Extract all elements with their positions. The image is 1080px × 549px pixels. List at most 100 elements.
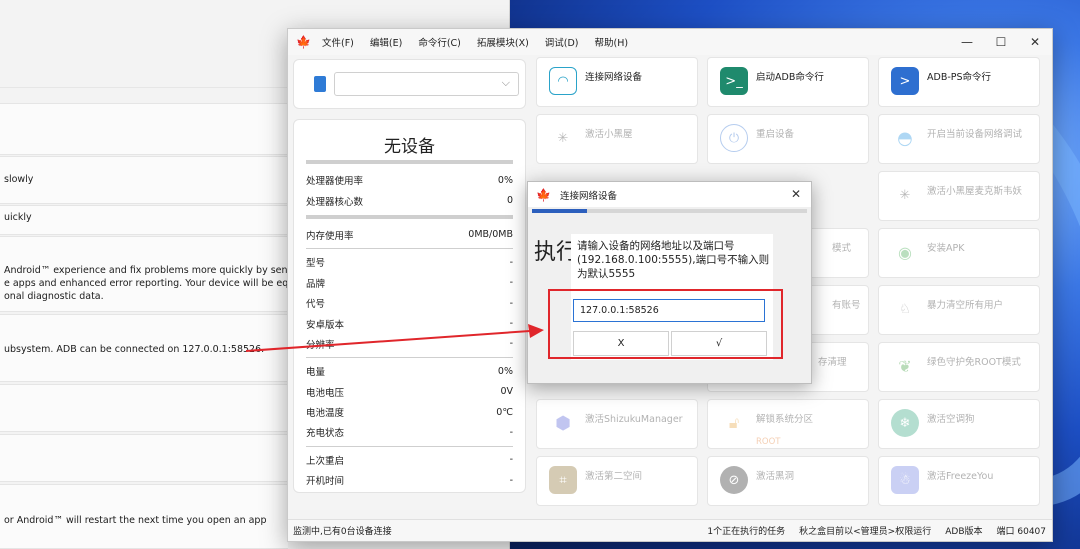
tile-label: 模式 — [832, 243, 852, 254]
terminal-icon: >_ — [720, 67, 748, 95]
info-row: 代号 - — [306, 293, 513, 313]
info-value: 0 — [506, 195, 513, 207]
info-label: 品牌 — [306, 278, 326, 290]
status-bar: 监测中,已有0台设备连接 1个正在执行的任务 秋之盒目前以<管理员>权限运行 A… — [288, 519, 1052, 541]
tile-greenify[interactable]: ❦ 绿色守护免ROOT模式 — [878, 342, 1040, 392]
tile-freezeyou[interactable]: ☃ 激活FreezeYou — [878, 456, 1040, 506]
menu-extensions[interactable]: 拓展模块(X) — [477, 35, 529, 49]
tile-clear-users[interactable]: ♘ 暴力清空所有用户 — [878, 285, 1040, 335]
info-value: - — [509, 256, 513, 268]
divider — [306, 214, 513, 219]
settings-card — [0, 434, 288, 482]
menu-debug[interactable]: 调试(D) — [545, 35, 579, 49]
menu-command[interactable]: 命令行(C) — [418, 35, 461, 49]
tile-second-space[interactable]: ⌗ 激活第二空间 — [536, 456, 698, 506]
menu-edit[interactable]: 编辑(E) — [370, 35, 402, 49]
info-label: 型号 — [306, 258, 326, 270]
power-icon: ⏻ — [720, 124, 748, 152]
info-value: - — [509, 474, 513, 486]
info-label: 电池电压 — [306, 387, 345, 399]
info-row: 安卓版本 - — [306, 313, 513, 333]
hexagon-icon: ⬢ — [555, 412, 571, 434]
settings-card — [0, 156, 288, 204]
tile-label: 启动ADB命令行 — [756, 72, 824, 83]
maximize-button[interactable]: ☐ — [984, 29, 1018, 55]
snowflake-icon: ✳ — [899, 187, 911, 203]
tile-label: 有账号 — [832, 300, 861, 311]
info-value: - — [509, 297, 513, 309]
tile-label: 暴力清空所有用户 — [927, 300, 1004, 311]
status-adb-version: ADB版本 — [945, 527, 983, 537]
tile-shizuku[interactable]: ⬢ 激活ShizukuManager — [536, 399, 698, 449]
tile-label: 激活ShizukuManager — [585, 414, 683, 425]
info-row: 分辨率 - — [306, 334, 513, 354]
tile-reboot[interactable]: ⏻ 重启设备 — [707, 114, 869, 164]
tile-blackhole[interactable]: ⊘ 激活黑洞 — [707, 456, 869, 506]
freeze-icon: ☃ — [891, 466, 919, 494]
tile-label: 开启当前设备网络调试 — [927, 129, 1023, 140]
info-value: - — [509, 338, 513, 350]
device-info-card: 无设备 处理器使用率 0% 处理器核心数 0 内存使用率 0MB/0MB 型号 - 品牌… — [293, 119, 526, 493]
dialog-close-button[interactable]: ✕ — [791, 187, 801, 201]
info-row: 电池电压 0V — [306, 382, 513, 402]
info-row: 处理器使用率 0% — [306, 170, 513, 190]
app-logo-icon: 🍁 — [296, 35, 311, 49]
leaf-icon: ❦ — [898, 356, 912, 376]
info-label: 电量 — [306, 367, 326, 379]
divider — [306, 357, 513, 359]
info-value: - — [509, 318, 513, 330]
menu-file[interactable]: 文件(F) — [322, 35, 354, 49]
tile-unlock-system[interactable]: 🔓︎ 解锁系统分区 ROOT — [707, 399, 869, 449]
chevron-down-icon: ⌵ — [501, 76, 510, 89]
settings-text: uickly — [4, 212, 32, 223]
window-controls: — ☐ ✕ — [950, 29, 1052, 55]
dialog-progress-bar — [532, 209, 807, 213]
tile-blackroom-maxwell[interactable]: ✳ 激活小黑屋麦克斯韦妖 — [878, 171, 1040, 221]
settings-card — [0, 103, 288, 155]
menu-help[interactable]: 帮助(H) — [595, 35, 629, 49]
status-port: 端口 60407 — [996, 527, 1047, 537]
info-row: 品牌 - — [306, 273, 513, 293]
close-button[interactable]: ✕ — [1018, 29, 1052, 55]
tile-label: ADB-PS命令行 — [927, 72, 992, 83]
divider — [306, 445, 513, 447]
powershell-icon: > — [891, 67, 919, 95]
info-label: 内存使用率 — [306, 230, 354, 242]
tile-connect-network-device[interactable]: ◠ 连接网络设备 — [536, 57, 698, 107]
settings-text: onal diagnostic data. — [4, 291, 104, 302]
tile-label: 激活小黑屋 — [585, 129, 633, 140]
info-label: 代号 — [306, 299, 326, 311]
status-mode: 秋之盒目前以<管理员>权限运行 — [799, 527, 932, 537]
device-selector-card: ⌵ — [293, 59, 526, 109]
tile-label: 解锁系统分区 ROOT — [756, 409, 813, 447]
tile-label: 安装APK — [927, 243, 965, 254]
divider — [306, 160, 513, 164]
tile-label: 重启设备 — [756, 129, 795, 140]
settings-card — [0, 205, 288, 235]
tile-blackroom[interactable]: ✳ 激活小黑屋 — [536, 114, 698, 164]
root-badge: ROOT — [756, 437, 781, 447]
minimize-button[interactable]: — — [950, 29, 984, 55]
tile-adb-powershell[interactable]: > ADB-PS命令行 — [878, 57, 1040, 107]
status-tasks[interactable]: 1个正在执行的任务 — [707, 524, 785, 537]
title-bar: 🍁 文件(F) 编辑(E) 命令行(C) 拓展模块(X) 调试(D) 帮助(H)… — [288, 29, 1052, 55]
settings-text: or Android™ will restart the next time y… — [4, 515, 267, 526]
tile-adb-shell[interactable]: >_ 启动ADB命令行 — [707, 57, 869, 107]
info-value: 0V — [500, 386, 513, 398]
tile-install-apk[interactable]: ◉ 安装APK — [878, 228, 1040, 278]
info-label: 上次重启 — [306, 455, 345, 467]
settings-text: Android™ experience and fix problems mor… — [4, 265, 288, 276]
tile-aircon-dog[interactable]: ❄ 激活空调狗 — [878, 399, 1040, 449]
menu-bar: 文件(F) 编辑(E) 命令行(C) 拓展模块(X) 调试(D) 帮助(H) — [322, 35, 644, 49]
dialog-title: 连接网络设备 — [560, 190, 618, 202]
info-row: 上次重启 - — [306, 450, 513, 470]
info-row: 电池温度 0℃ — [306, 402, 513, 422]
divider — [306, 248, 513, 250]
info-value: 0% — [497, 174, 513, 186]
tile-enable-network-debug[interactable]: ◓ 开启当前设备网络调试 — [878, 114, 1040, 164]
info-row: 型号 - — [306, 252, 513, 272]
info-label: 处理器核心数 — [306, 196, 364, 208]
tile-label: 存清理 — [818, 357, 847, 368]
tile-label: 绿色守护免ROOT模式 — [927, 357, 1021, 368]
device-select[interactable]: ⌵ — [334, 72, 519, 96]
